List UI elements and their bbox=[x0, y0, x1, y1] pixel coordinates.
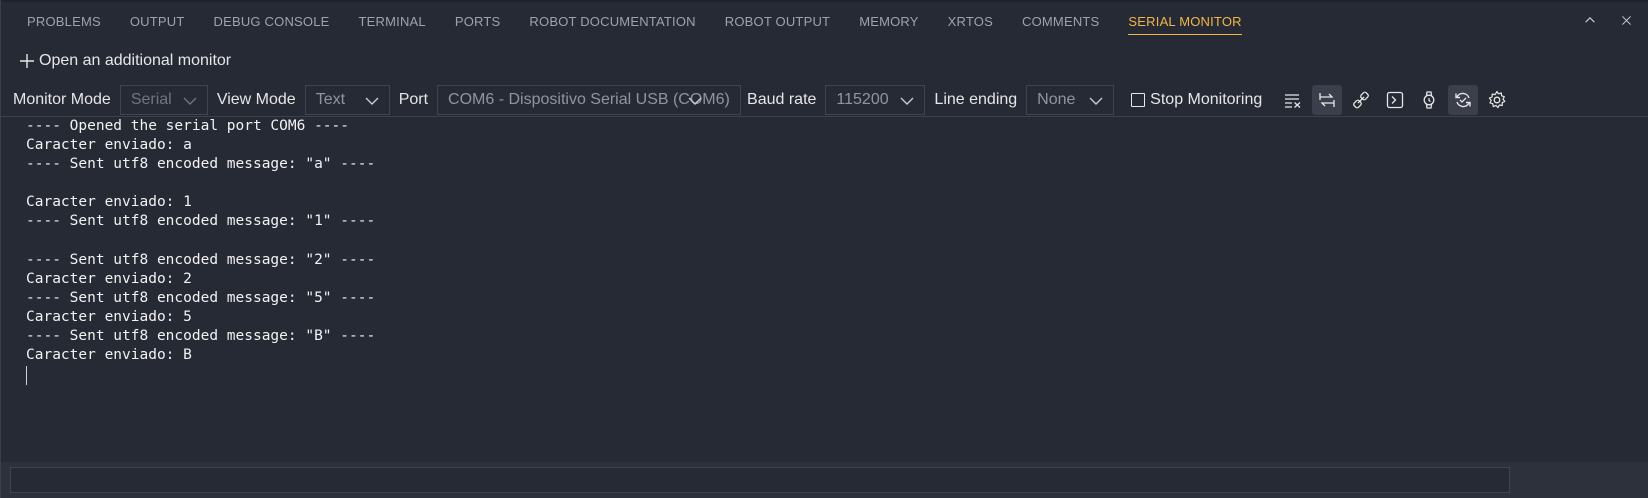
output-line: ---- Opened the serial port COM6 ---- bbox=[26, 118, 350, 134]
baud-rate-select[interactable]: 115200 bbox=[825, 85, 926, 115]
stop-monitoring-label: Stop Monitoring bbox=[1150, 91, 1263, 108]
panel-actions bbox=[1582, 12, 1634, 28]
chevron-down-icon bbox=[365, 97, 379, 105]
monitor-toolbar: Monitor Mode Serial View Mode Text Port … bbox=[1, 84, 1648, 117]
chevron-down-icon bbox=[183, 97, 197, 105]
tab-serial-monitor[interactable]: SERIAL MONITOR bbox=[1128, 2, 1243, 42]
serial-monitor-panel: PROBLEMS OUTPUT DEBUG CONSOLE TERMINAL P… bbox=[0, 0, 1648, 498]
port-select[interactable]: COM6 - Dispositivo Serial USB (COM6) bbox=[437, 85, 742, 115]
stop-monitoring-checkbox[interactable] bbox=[1131, 93, 1146, 107]
clear-output-icon[interactable] bbox=[1278, 85, 1308, 115]
tab-debug-console[interactable]: DEBUG CONSOLE bbox=[214, 2, 330, 42]
connect-icon[interactable] bbox=[1346, 85, 1376, 115]
chevron-down-icon bbox=[900, 97, 914, 105]
chevron-down-icon bbox=[688, 97, 702, 105]
tab-memory[interactable]: MEMORY bbox=[859, 2, 918, 42]
output-line: Caracter enviado: B bbox=[26, 347, 192, 364]
output-line: Caracter enviado: 2 bbox=[26, 270, 192, 287]
sync-icon[interactable] bbox=[1448, 85, 1479, 115]
chevron-up-icon[interactable] bbox=[1582, 12, 1598, 28]
port-label: Port bbox=[398, 91, 429, 108]
message-input[interactable] bbox=[10, 467, 1510, 493]
open-monitor-label: Open an additional monitor bbox=[39, 52, 232, 69]
open-additional-monitor-button[interactable]: Open an additional monitor bbox=[19, 50, 231, 72]
tab-problems[interactable]: PROBLEMS bbox=[27, 2, 101, 42]
watch-icon[interactable] bbox=[1414, 85, 1444, 115]
view-mode-select[interactable]: Text bbox=[304, 85, 390, 115]
monitor-mode-label: Monitor Mode bbox=[13, 91, 111, 108]
line-ending-value: None bbox=[1037, 91, 1076, 108]
settings-icon[interactable] bbox=[1482, 85, 1512, 115]
toggle-autoscroll-icon[interactable] bbox=[1312, 85, 1343, 115]
tab-robot-documentation[interactable]: ROBOT DOCUMENTATION bbox=[529, 2, 695, 42]
tab-ports[interactable]: PORTS bbox=[455, 2, 501, 42]
monitor-mode-select[interactable]: Serial bbox=[119, 85, 208, 115]
output-line: ---- Sent utf8 encoded message: "B" ---- bbox=[26, 328, 376, 345]
view-mode-value: Text bbox=[315, 91, 346, 108]
output-line: ---- Sent utf8 encoded message: "2" ---- bbox=[26, 251, 376, 268]
output-line: Caracter enviado: 1 bbox=[26, 194, 192, 211]
view-mode-label: View Mode bbox=[216, 91, 296, 108]
terminal-icon[interactable] bbox=[1380, 85, 1410, 115]
serial-output[interactable]: ---- Opened the serial port COM6 ---- Ca… bbox=[26, 117, 1626, 462]
output-line: Caracter enviado: a bbox=[26, 137, 192, 154]
line-ending-select[interactable]: None bbox=[1026, 85, 1115, 115]
output-line: ---- Sent utf8 encoded message: "a" ---- bbox=[26, 156, 376, 173]
monitor-mode-value: Serial bbox=[130, 91, 172, 108]
stop-monitoring-toggle[interactable]: Stop Monitoring bbox=[1131, 91, 1262, 109]
text-cursor bbox=[26, 366, 27, 386]
plus-icon bbox=[19, 53, 35, 69]
tab-xrtos[interactable]: XRTOS bbox=[948, 2, 993, 42]
chevron-down-icon bbox=[1089, 97, 1103, 105]
output-line: ---- Sent utf8 encoded message: "1" ---- bbox=[26, 213, 376, 230]
output-line: ---- Sent utf8 encoded message: "5" ---- bbox=[26, 289, 376, 306]
close-icon[interactable] bbox=[1618, 12, 1634, 28]
baud-rate-label: Baud rate bbox=[747, 91, 817, 108]
baud-rate-value: 115200 bbox=[836, 91, 889, 108]
message-input-bar bbox=[1, 462, 1648, 498]
panel-tabs: PROBLEMS OUTPUT DEBUG CONSOLE TERMINAL P… bbox=[1, 2, 1648, 42]
line-ending-label: Line ending bbox=[934, 91, 1018, 108]
tab-comments[interactable]: COMMENTS bbox=[1022, 2, 1099, 42]
tab-output[interactable]: OUTPUT bbox=[130, 2, 185, 42]
output-line: Caracter enviado: 5 bbox=[26, 308, 192, 325]
tab-robot-output[interactable]: ROBOT OUTPUT bbox=[725, 2, 830, 42]
tab-terminal[interactable]: TERMINAL bbox=[359, 2, 426, 42]
